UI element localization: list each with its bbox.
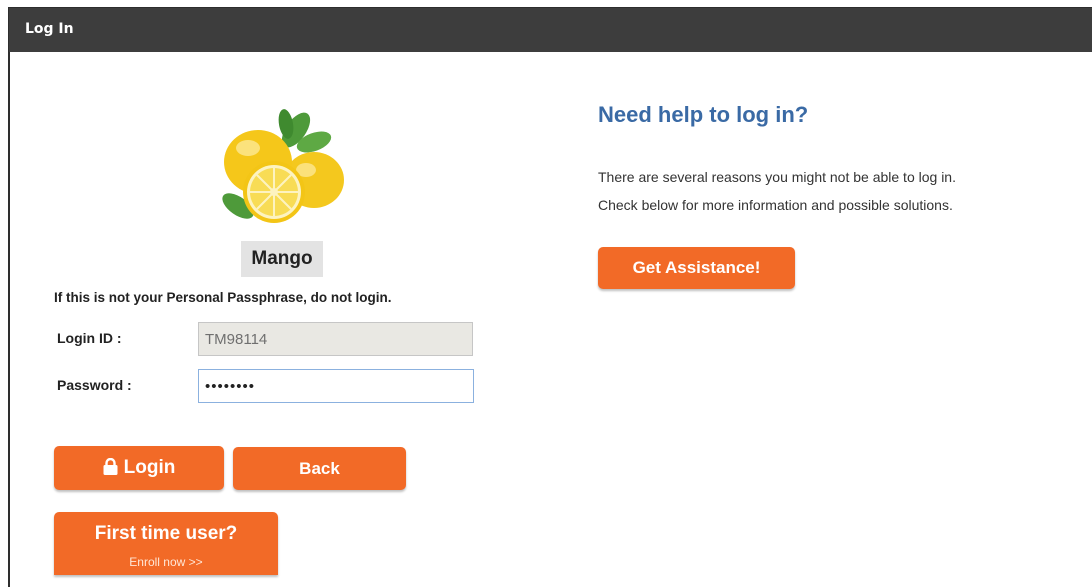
- get-assistance-button[interactable]: Get Assistance!: [598, 247, 795, 289]
- passphrase-image: [222, 109, 344, 223]
- help-title: Need help to log in?: [598, 102, 809, 127]
- login-id-field[interactable]: [198, 322, 473, 356]
- login-button-label: Login: [123, 457, 176, 478]
- passphrase-label: Mango: [241, 241, 323, 277]
- first-time-user-label: First time user?: [94, 523, 238, 544]
- lock-icon: [103, 458, 118, 475]
- passphrase-warning: If this is not your Personal Passphrase,…: [54, 290, 392, 305]
- login-button[interactable]: Login: [54, 446, 224, 490]
- enroll-now-link: Enroll now >>: [129, 555, 203, 569]
- login-id-label: Login ID :: [57, 330, 122, 346]
- window-title: Log In: [25, 21, 74, 37]
- help-text-line-1: There are several reasons you might not …: [598, 169, 956, 185]
- help-text-line-2: Check below for more information and pos…: [598, 197, 953, 213]
- password-field[interactable]: [198, 369, 474, 403]
- first-time-user-button[interactable]: First time user? Enroll now >>: [54, 512, 278, 575]
- title-bar: Log In: [9, 8, 1092, 52]
- back-button[interactable]: Back: [233, 447, 406, 490]
- password-label: Password :: [57, 377, 132, 393]
